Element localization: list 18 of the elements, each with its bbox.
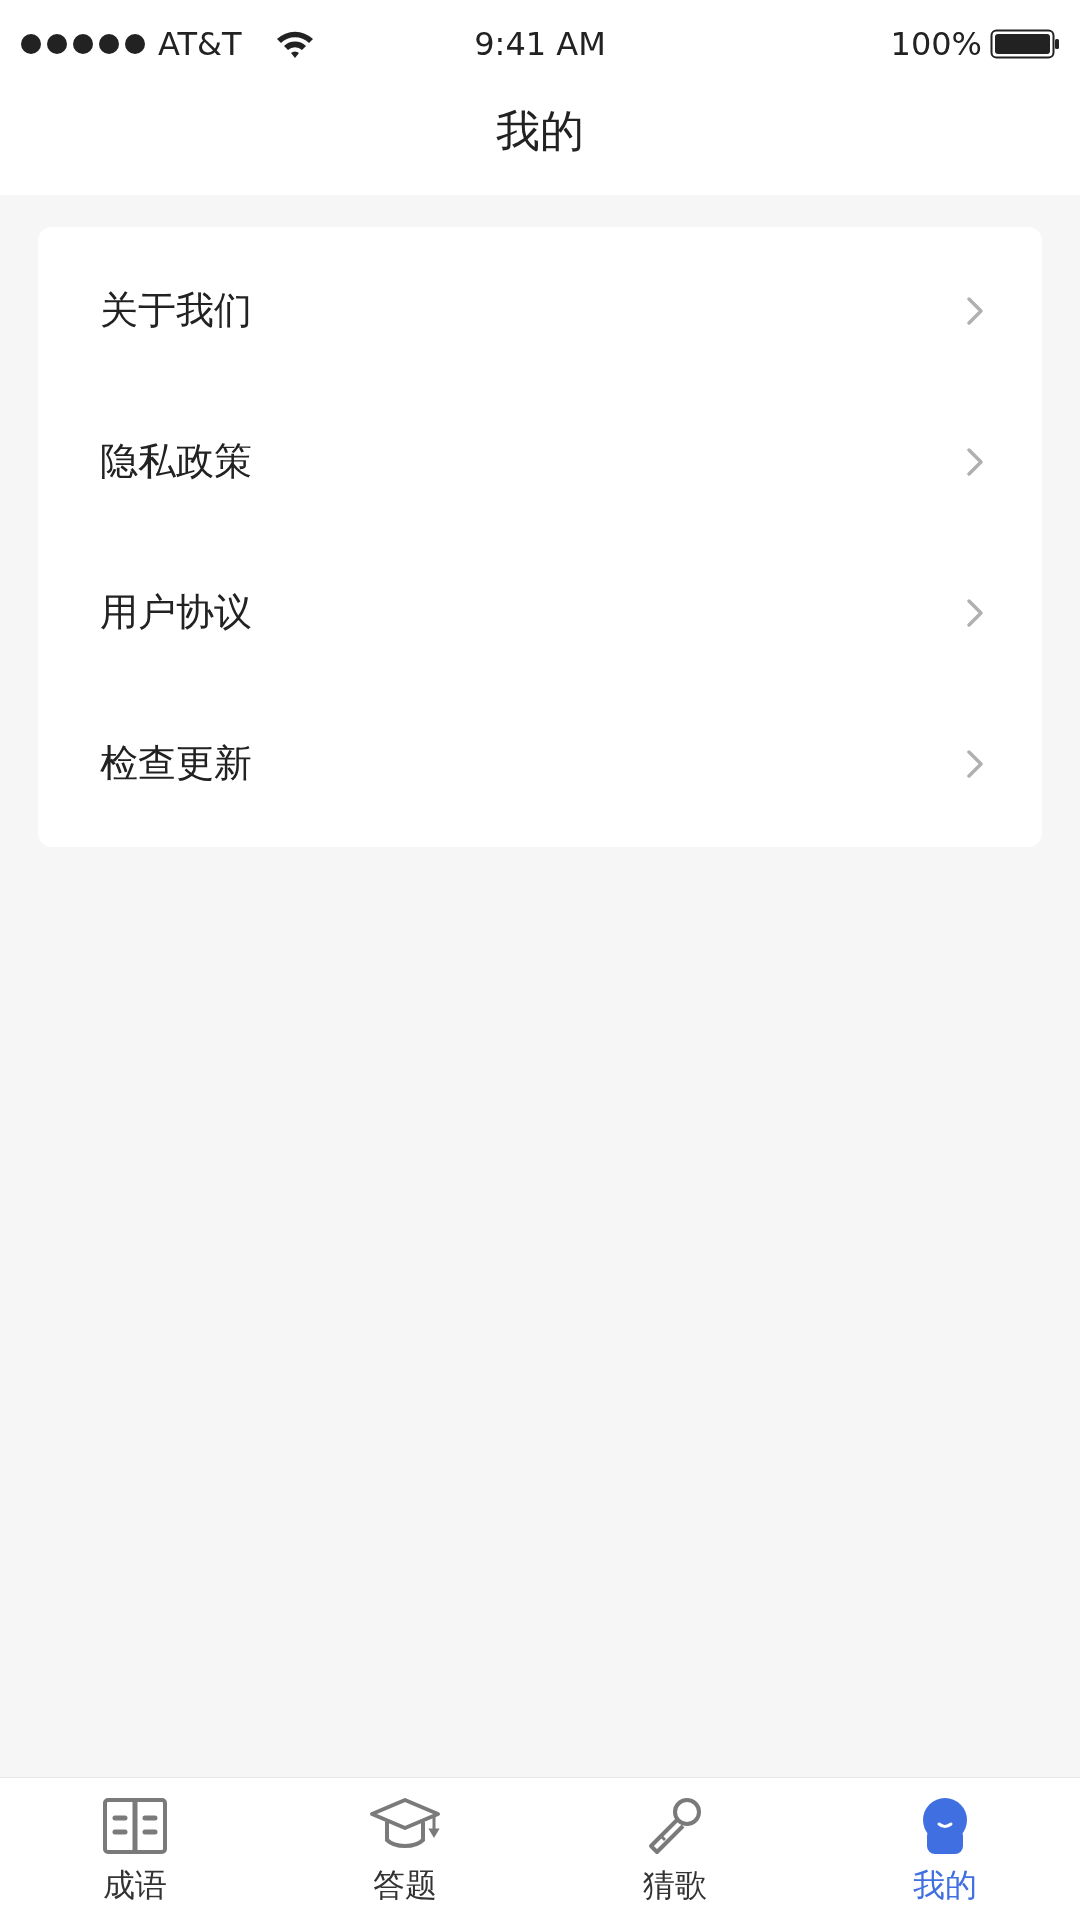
menu-item[interactable]: 关于我们 — [100, 285, 252, 336]
chevron-right-icon — [966, 446, 984, 477]
time: 9:41 AM — [474, 25, 606, 63]
page-title: 我的 — [495, 104, 585, 158]
tab[interactable]: 答题 — [373, 1864, 437, 1908]
tab[interactable]: 猜歌 — [643, 1864, 707, 1908]
chevron-right-icon — [966, 597, 984, 628]
menu-item[interactable]: 用户协议 — [100, 587, 252, 638]
tab[interactable]: 成语 — [103, 1864, 167, 1908]
chevron-right-icon — [966, 295, 984, 326]
battery-percent: 100% — [890, 25, 982, 63]
signal-icon — [20, 33, 148, 55]
menu-item[interactable]: 隐私政策 — [100, 436, 252, 487]
battery-icon — [990, 29, 1060, 59]
menu-item[interactable]: 检查更新 — [100, 738, 252, 789]
chevron-right-icon — [966, 748, 984, 779]
carrier-name: AT&T — [158, 25, 242, 63]
tab[interactable]: 我的 — [913, 1864, 977, 1908]
